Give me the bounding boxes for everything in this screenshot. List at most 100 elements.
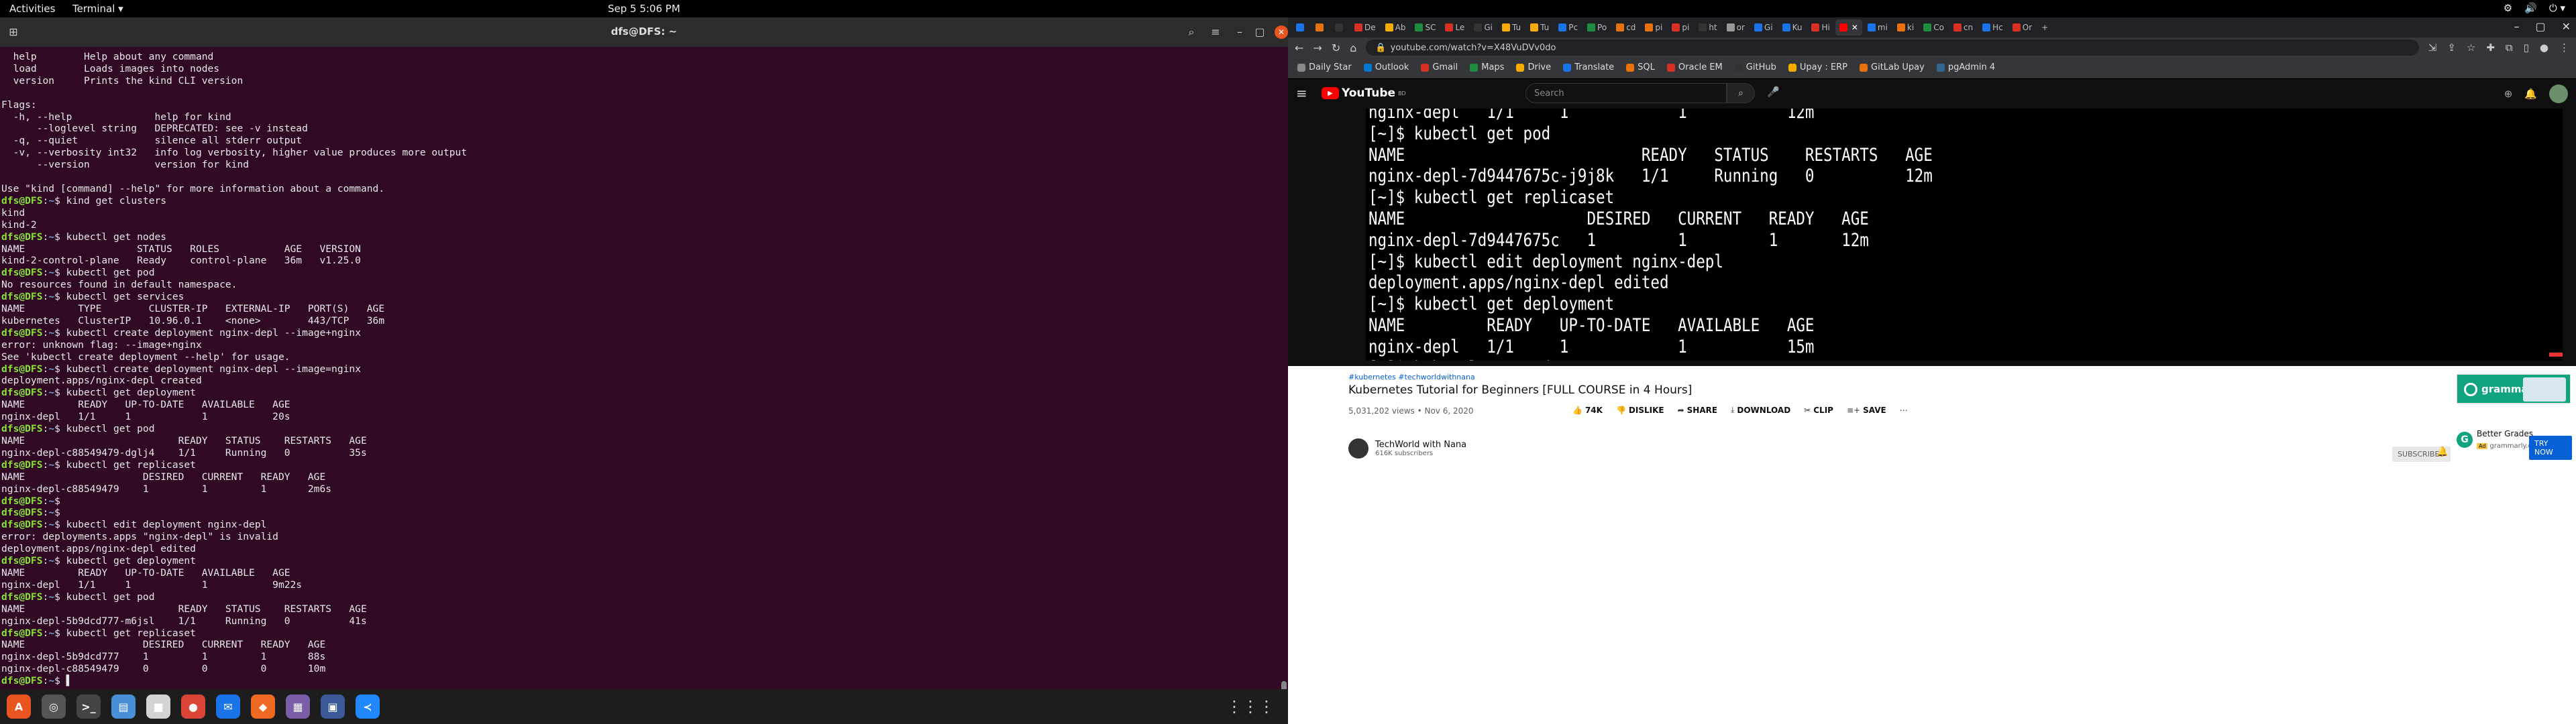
browser-tab[interactable] [1331, 19, 1349, 36]
new-tab-button[interactable]: + [2037, 19, 2052, 36]
browser-tab[interactable]: mi [1864, 19, 1892, 36]
clock[interactable]: Sep 5 5:06 PM [0, 3, 1288, 15]
browser-tab[interactable]: Ab [1381, 19, 1410, 36]
browser-tab[interactable]: ht [1695, 19, 1721, 36]
maximize-icon[interactable]: ▢ [2535, 20, 2545, 33]
terminal-output[interactable]: help Help about any command load Loads i… [0, 47, 1278, 689]
dbeaver-icon[interactable]: ▦ [286, 695, 310, 719]
show-apps-icon[interactable]: ⋮⋮⋮ [1226, 697, 1275, 716]
sidepanel-icon[interactable]: ▯ [2524, 42, 2529, 54]
bookmark-item[interactable]: Upay : ERP [1788, 62, 1847, 72]
browser-tab[interactable]: cd [1612, 19, 1640, 36]
browser-tab[interactable]: cn [1949, 19, 1977, 36]
browser-tab[interactable]: Pc [1554, 19, 1582, 36]
url-text[interactable]: youtube.com/watch?v=X48VuDVv0do [1391, 43, 1556, 53]
screenshot-icon[interactable]: ▣ [321, 695, 345, 719]
system-tray[interactable]: ⚙ 🔊 ⏻ ▾ [2504, 2, 2565, 14]
ad-banner[interactable]: grammarly [2457, 374, 2571, 404]
browser-tab[interactable]: Ku [1778, 19, 1807, 36]
forward-icon[interactable]: → [1313, 42, 1322, 54]
bookmark-item[interactable]: Daily Star [1297, 62, 1352, 72]
maximize-icon[interactable]: ▢ [1250, 23, 1269, 42]
browser-tab[interactable]: Po [1583, 19, 1611, 36]
hashtags[interactable]: #kubernetes #techworldwithnana [1348, 373, 1475, 381]
bookmark-item[interactable]: Translate [1563, 62, 1614, 72]
close-icon[interactable]: ✕ [1275, 25, 1288, 39]
browser-tab[interactable]: Le [1441, 19, 1468, 36]
try-now-button[interactable]: TRY NOW [2529, 436, 2572, 460]
bookmark-item[interactable]: Gmail [1421, 62, 1458, 72]
reload-icon[interactable]: ↻ [1332, 42, 1340, 54]
search-input[interactable]: Search [1525, 83, 1727, 103]
files-icon[interactable]: ▤ [111, 695, 136, 719]
chrome-icon[interactable]: ● [181, 695, 205, 719]
ad-card[interactable]: G Better Grades Ad grammarly.com TRY NOW [2457, 426, 2572, 461]
minimize-icon[interactable]: – [1230, 23, 1249, 42]
browser-tab[interactable]: Co [1919, 19, 1948, 36]
youtube-logo[interactable]: ▶ YouTube BD [1322, 86, 1406, 100]
browser-tab[interactable]: Or [2008, 19, 2036, 36]
kebab-menu-icon[interactable]: ⋮ [2559, 42, 2569, 54]
browser-tab[interactable]: ki [1893, 19, 1918, 36]
browser-tab[interactable]: Hi [1807, 19, 1833, 36]
microphone-icon[interactable]: 🎤 [1767, 86, 1780, 98]
back-icon[interactable]: ← [1295, 42, 1303, 54]
bookmark-item[interactable]: Maps [1470, 62, 1504, 72]
download-button[interactable]: ⤓ DOWNLOAD [1731, 405, 1790, 415]
folder-icon[interactable]: ■ [146, 695, 170, 719]
share-button[interactable]: ➦ SHARE [1678, 405, 1717, 415]
share-page-icon[interactable]: ⇪ [2447, 42, 2456, 54]
bookmark-item[interactable]: GitHub [1734, 62, 1776, 72]
notifications-bell-icon[interactable]: 🔔 [2524, 88, 2537, 100]
tab-close-icon[interactable]: ✕ [1851, 23, 1858, 32]
clip-button[interactable]: ✂ CLIP [1804, 405, 1833, 415]
browser-tab[interactable] [1292, 19, 1310, 36]
bookmark-item[interactable]: SQL [1626, 62, 1655, 72]
bookmark-item[interactable]: Outlook [1363, 62, 1409, 72]
bookmark-item[interactable]: GitLab Upay [1860, 62, 1925, 72]
dislike-button[interactable]: 👎 DISLIKE [1616, 405, 1664, 415]
browser-tab[interactable]: SC [1411, 19, 1440, 36]
volume-icon[interactable]: 🔊 [2524, 2, 2537, 14]
bookmark-item[interactable]: Oracle EM [1666, 62, 1723, 72]
power-icon[interactable]: ⏻ ▾ [2549, 2, 2565, 14]
browser-tab[interactable]: pi [1668, 19, 1693, 36]
ubuntu-software-icon[interactable]: A [7, 695, 31, 719]
browser-tab[interactable]: Tu [1498, 19, 1525, 36]
vscode-icon[interactable]: ≺ [356, 695, 380, 719]
browser-tab[interactable]: Hc [1978, 19, 2007, 36]
extension-icon[interactable]: ✚ [2486, 42, 2495, 54]
home-icon[interactable]: ⌂ [1350, 42, 1356, 54]
browser-tab[interactable] [1311, 19, 1330, 36]
hamburger-menu-icon[interactable]: ≡ [1296, 85, 1316, 101]
extensions-puzzle-icon[interactable]: ⧉ [2506, 42, 2513, 54]
like-button[interactable]: 👍 74K [1572, 405, 1603, 415]
close-icon[interactable]: ✕ [2562, 20, 2571, 33]
browser-tab[interactable]: ✕ [1835, 19, 1862, 36]
notification-bell-icon[interactable]: 🔔 [2436, 446, 2448, 457]
browser-tab[interactable]: De [1350, 19, 1380, 36]
gitkraken-icon[interactable]: ◆ [251, 695, 275, 719]
save-button[interactable]: ≡+ SAVE [1847, 405, 1886, 415]
browser-tab[interactable]: Gi [1750, 19, 1777, 36]
more-button[interactable]: ⋯ [1900, 405, 1911, 415]
create-video-icon[interactable]: ⊕ [2504, 88, 2513, 100]
minimize-icon[interactable]: – [2514, 20, 2519, 33]
network-icon[interactable]: ⚙ [2504, 2, 2512, 14]
install-icon[interactable]: ⇲ [2428, 42, 2437, 54]
profile-icon[interactable]: ● [2540, 42, 2548, 54]
channel-name[interactable]: TechWorld with Nana [1375, 440, 1466, 450]
bookmark-item[interactable]: pgAdmin 4 [1936, 62, 1995, 72]
hamburger-menu-icon[interactable]: ≡ [1206, 23, 1225, 42]
search-button[interactable]: ⌕ [1727, 83, 1755, 103]
thunderbird-icon[interactable]: ✉ [216, 695, 240, 719]
settings-icon[interactable]: ◎ [42, 695, 66, 719]
bookmark-item[interactable]: Drive [1516, 62, 1551, 72]
terminal-icon[interactable]: >_ [76, 695, 101, 719]
browser-tab[interactable]: pi [1641, 19, 1666, 36]
browser-tab[interactable]: or [1723, 19, 1749, 36]
video-player[interactable]: nginx-depl 1/1 1 1 12m [~]$ kubectl get p… [1366, 109, 2563, 361]
bookmark-star-icon[interactable]: ☆ [2467, 42, 2475, 54]
channel-avatar[interactable] [1348, 438, 1368, 459]
address-bar[interactable]: 🔒 youtube.com/watch?v=X48VuDVv0do [1366, 40, 2419, 56]
